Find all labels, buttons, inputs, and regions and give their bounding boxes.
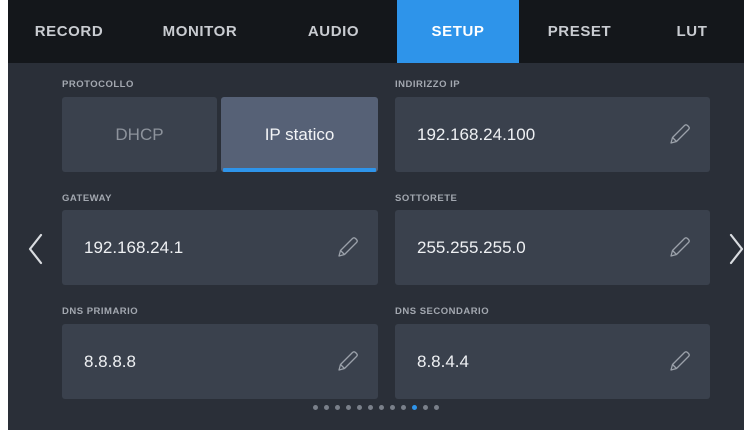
tab-lut[interactable]: LUT — [640, 0, 744, 63]
gateway-label: GATEWAY — [62, 193, 112, 204]
protocol-dhcp-option[interactable]: DHCP — [62, 97, 217, 172]
tab-record[interactable]: RECORD — [8, 0, 130, 63]
page-dot[interactable] — [423, 405, 428, 410]
page-dot[interactable] — [412, 405, 417, 410]
tab-bar: RECORD MONITOR AUDIO SETUP PRESET LUT — [8, 0, 744, 63]
pencil-icon — [334, 235, 360, 261]
dns-secondary-label: DNS SECONDARIO — [395, 306, 490, 317]
protocol-dhcp-text: DHCP — [115, 124, 164, 144]
tab-monitor[interactable]: MONITOR — [130, 0, 270, 63]
page-dot[interactable] — [401, 405, 406, 410]
protocol-static-ip-text: IP statico — [264, 124, 335, 144]
pencil-icon — [666, 235, 692, 261]
protocol-static-ip-option[interactable]: IP statico — [221, 97, 378, 172]
gateway-field[interactable]: 192.168.24.1 — [62, 210, 378, 285]
subnet-label: SOTTORETE — [395, 193, 458, 204]
tab-preset[interactable]: PRESET — [519, 0, 640, 63]
page-dot[interactable] — [368, 405, 373, 410]
pencil-icon — [666, 122, 692, 148]
chevron-left-icon[interactable] — [26, 232, 46, 266]
page-dot[interactable] — [390, 405, 395, 410]
dns-secondary-value: 8.8.4.4 — [417, 351, 469, 371]
page-dot[interactable] — [357, 405, 362, 410]
dns-secondary-field[interactable]: 8.8.4.4 — [395, 324, 710, 399]
ip-address-field[interactable]: 192.168.24.100 — [395, 97, 710, 172]
page-dot[interactable] — [335, 405, 340, 410]
gateway-value: 192.168.24.1 — [84, 237, 184, 257]
pencil-icon — [666, 349, 692, 375]
tab-setup[interactable]: SETUP — [397, 0, 519, 63]
page-dot[interactable] — [346, 405, 351, 410]
dns-primary-value: 8.8.8.8 — [84, 351, 136, 371]
dns-primary-field[interactable]: 8.8.8.8 — [62, 324, 378, 399]
protocol-label: PROTOCOLLO — [62, 79, 134, 90]
page-dot[interactable] — [313, 405, 318, 410]
page-indicator — [8, 405, 744, 413]
camera-setup-screen: RECORD MONITOR AUDIO SETUP PRESET LUT PR… — [8, 0, 744, 430]
tab-audio[interactable]: AUDIO — [270, 0, 397, 63]
ip-address-value: 192.168.24.100 — [417, 124, 536, 144]
subnet-value: 255.255.255.0 — [417, 237, 526, 257]
chevron-right-icon[interactable] — [726, 232, 744, 266]
pencil-icon — [334, 349, 360, 375]
page-dot[interactable] — [324, 405, 329, 410]
page-dot[interactable] — [434, 405, 439, 410]
page-dot[interactable] — [379, 405, 384, 410]
ip-address-label: INDIRIZZO IP — [395, 79, 461, 90]
dns-primary-label: DNS PRIMARIO — [62, 306, 139, 317]
selected-indicator — [223, 168, 376, 172]
subnet-field[interactable]: 255.255.255.0 — [395, 210, 710, 285]
